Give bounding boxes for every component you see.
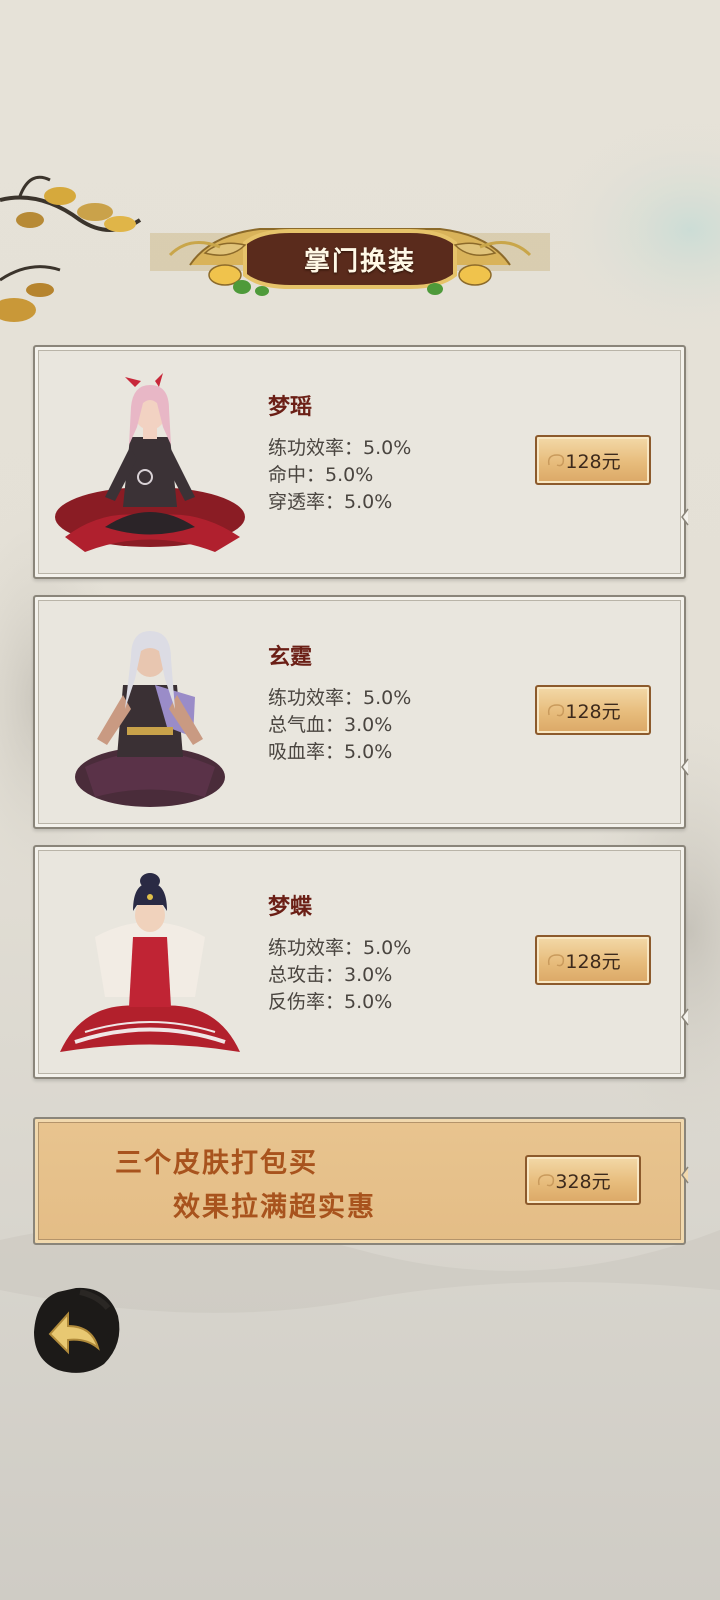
page-title: 掌门换装: [303, 246, 416, 277]
stat-line: 练功效率：5.0%: [268, 937, 412, 959]
stat-line: 练功效率：5.0%: [268, 437, 412, 459]
bundle-line-1: 三个皮肤打包买: [115, 1148, 318, 1179]
swirl-icon: [547, 704, 565, 717]
skin-name: 梦蝶: [268, 895, 313, 920]
buy-button-mengdie[interactable]: 128元: [535, 935, 651, 985]
stat-line: 命中：5.0%: [268, 464, 374, 486]
bundle-line-2: 效果拉满超实惠: [173, 1192, 376, 1223]
price-label: 128元: [565, 950, 621, 973]
stat-line: 反伤率：5.0%: [268, 991, 393, 1013]
stat-line: 吸血率：5.0%: [268, 741, 393, 763]
skin-stats: 练功效率：5.0% 总攻击：3.0% 反伤率：5.0%: [268, 935, 411, 1016]
skin-stats: 练功效率：5.0% 命中：5.0% 穿透率：5.0%: [268, 435, 411, 516]
ginkgo-branch-decoration: [0, 175, 142, 322]
bundle-card: 三个皮肤打包买 效果拉满超实惠 328元: [33, 1117, 689, 1245]
swirl-icon: [547, 454, 565, 467]
back-arrow-icon[interactable]: [28, 1282, 124, 1378]
side-notch-icon: [681, 758, 689, 776]
buy-button-xuanting[interactable]: 128元: [535, 685, 651, 735]
stat-line: 穿透率：5.0%: [268, 491, 393, 513]
stat-line: 总攻击：3.0%: [268, 964, 393, 986]
stat-line: 练功效率：5.0%: [268, 687, 412, 709]
skin-name: 玄霆: [268, 645, 313, 670]
buy-bundle-button[interactable]: 328元: [525, 1155, 641, 1205]
price-label: 128元: [565, 450, 621, 473]
character-xuanting-portrait: [75, 631, 225, 807]
swirl-icon: [547, 954, 565, 967]
side-notch-icon: [681, 1166, 689, 1184]
stat-line: 总气血：3.0%: [268, 714, 393, 736]
buy-button-mengyao[interactable]: 128元: [535, 435, 651, 485]
side-notch-icon: [681, 508, 689, 526]
swirl-icon: [537, 1174, 555, 1187]
skin-card-2: 玄霆 练功效率：5.0% 总气血：3.0% 吸血率：5.0% 128元: [33, 595, 689, 829]
side-notch-icon: [681, 1008, 689, 1026]
character-mengdie-portrait: [60, 873, 240, 1052]
price-label: 128元: [565, 700, 621, 723]
skin-stats: 练功效率：5.0% 总气血：3.0% 吸血率：5.0%: [268, 685, 411, 766]
price-label: 328元: [555, 1170, 611, 1193]
skin-card-1: 梦瑶 练功效率：5.0% 命中：5.0% 穿透率：5.0% 128元: [33, 345, 689, 579]
skin-name: 梦瑶: [268, 395, 313, 420]
character-mengyao-portrait: [55, 373, 245, 552]
skin-card-3: 梦蝶 练功效率：5.0% 总攻击：3.0% 反伤率：5.0% 128元: [33, 845, 689, 1079]
